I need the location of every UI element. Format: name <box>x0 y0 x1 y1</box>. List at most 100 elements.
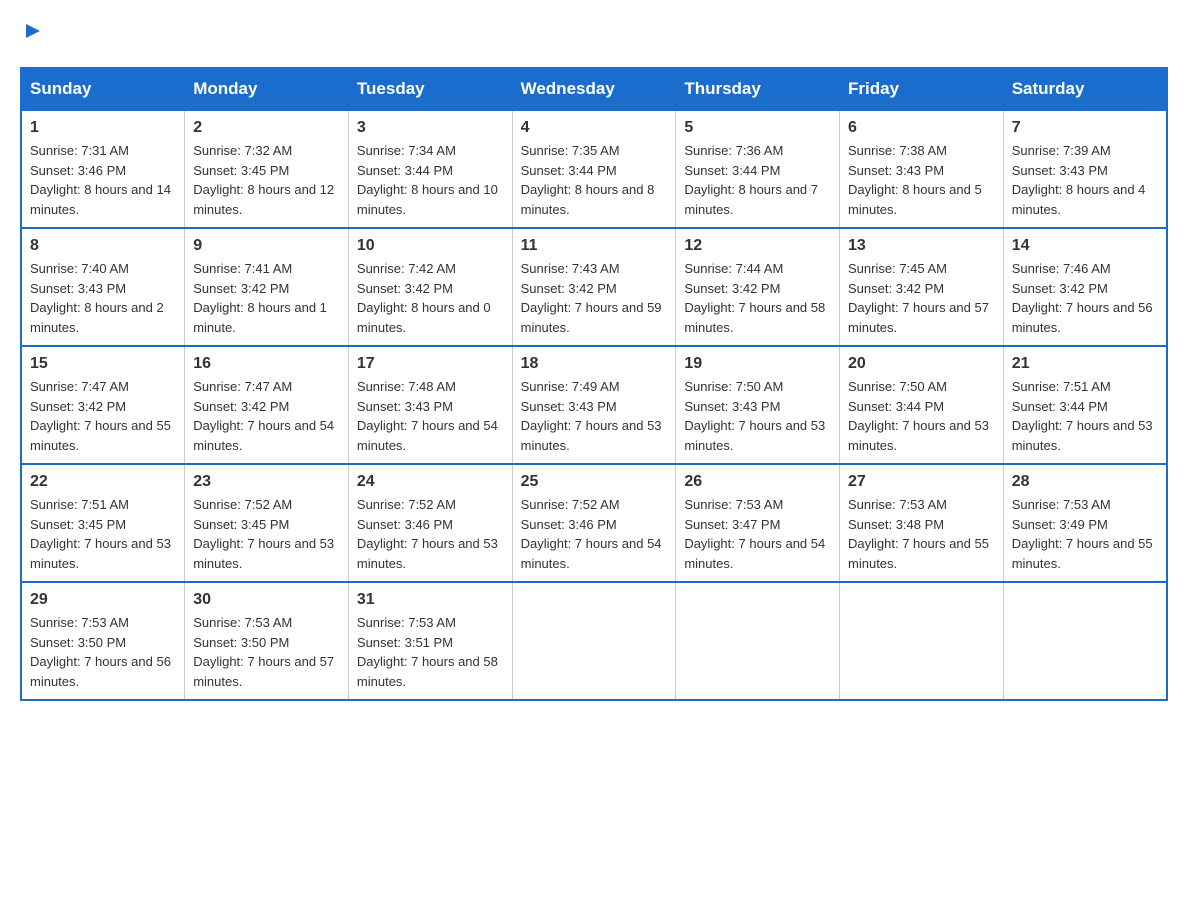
day-number: 10 <box>357 237 504 255</box>
day-number: 23 <box>193 473 340 491</box>
day-number: 27 <box>848 473 995 491</box>
calendar-cell: 4 Sunrise: 7:35 AM Sunset: 3:44 PM Dayli… <box>512 110 676 228</box>
day-info: Sunrise: 7:50 AM Sunset: 3:44 PM Dayligh… <box>848 377 995 455</box>
week-row-3: 15 Sunrise: 7:47 AM Sunset: 3:42 PM Dayl… <box>21 346 1167 464</box>
calendar-cell <box>1003 582 1167 700</box>
calendar-cell: 8 Sunrise: 7:40 AM Sunset: 3:43 PM Dayli… <box>21 228 185 346</box>
calendar-cell: 7 Sunrise: 7:39 AM Sunset: 3:43 PM Dayli… <box>1003 110 1167 228</box>
weekday-header-tuesday: Tuesday <box>348 68 512 110</box>
day-info: Sunrise: 7:52 AM Sunset: 3:45 PM Dayligh… <box>193 495 340 573</box>
day-number: 26 <box>684 473 831 491</box>
day-number: 9 <box>193 237 340 255</box>
day-info: Sunrise: 7:53 AM Sunset: 3:50 PM Dayligh… <box>30 613 176 691</box>
day-info: Sunrise: 7:48 AM Sunset: 3:43 PM Dayligh… <box>357 377 504 455</box>
day-info: Sunrise: 7:53 AM Sunset: 3:49 PM Dayligh… <box>1012 495 1158 573</box>
day-info: Sunrise: 7:44 AM Sunset: 3:42 PM Dayligh… <box>684 259 831 337</box>
day-number: 2 <box>193 119 340 137</box>
day-info: Sunrise: 7:36 AM Sunset: 3:44 PM Dayligh… <box>684 141 831 219</box>
logo <box>20 20 44 47</box>
day-number: 8 <box>30 237 176 255</box>
day-info: Sunrise: 7:31 AM Sunset: 3:46 PM Dayligh… <box>30 141 176 219</box>
day-number: 16 <box>193 355 340 373</box>
day-info: Sunrise: 7:38 AM Sunset: 3:43 PM Dayligh… <box>848 141 995 219</box>
day-info: Sunrise: 7:47 AM Sunset: 3:42 PM Dayligh… <box>193 377 340 455</box>
day-info: Sunrise: 7:51 AM Sunset: 3:44 PM Dayligh… <box>1012 377 1158 455</box>
day-number: 1 <box>30 119 176 137</box>
calendar-cell: 22 Sunrise: 7:51 AM Sunset: 3:45 PM Dayl… <box>21 464 185 582</box>
weekday-header-sunday: Sunday <box>21 68 185 110</box>
week-row-1: 1 Sunrise: 7:31 AM Sunset: 3:46 PM Dayli… <box>21 110 1167 228</box>
calendar-cell: 6 Sunrise: 7:38 AM Sunset: 3:43 PM Dayli… <box>840 110 1004 228</box>
calendar-cell: 16 Sunrise: 7:47 AM Sunset: 3:42 PM Dayl… <box>185 346 349 464</box>
calendar-cell: 27 Sunrise: 7:53 AM Sunset: 3:48 PM Dayl… <box>840 464 1004 582</box>
day-info: Sunrise: 7:47 AM Sunset: 3:42 PM Dayligh… <box>30 377 176 455</box>
week-row-4: 22 Sunrise: 7:51 AM Sunset: 3:45 PM Dayl… <box>21 464 1167 582</box>
weekday-header-thursday: Thursday <box>676 68 840 110</box>
weekday-header-row: SundayMondayTuesdayWednesdayThursdayFrid… <box>21 68 1167 110</box>
week-row-2: 8 Sunrise: 7:40 AM Sunset: 3:43 PM Dayli… <box>21 228 1167 346</box>
day-number: 3 <box>357 119 504 137</box>
day-number: 17 <box>357 355 504 373</box>
day-number: 28 <box>1012 473 1158 491</box>
calendar-cell: 23 Sunrise: 7:52 AM Sunset: 3:45 PM Dayl… <box>185 464 349 582</box>
weekday-header-monday: Monday <box>185 68 349 110</box>
calendar-cell <box>676 582 840 700</box>
day-info: Sunrise: 7:53 AM Sunset: 3:51 PM Dayligh… <box>357 613 504 691</box>
calendar-cell: 13 Sunrise: 7:45 AM Sunset: 3:42 PM Dayl… <box>840 228 1004 346</box>
calendar-cell: 3 Sunrise: 7:34 AM Sunset: 3:44 PM Dayli… <box>348 110 512 228</box>
calendar-table: SundayMondayTuesdayWednesdayThursdayFrid… <box>20 67 1168 701</box>
day-info: Sunrise: 7:42 AM Sunset: 3:42 PM Dayligh… <box>357 259 504 337</box>
day-info: Sunrise: 7:52 AM Sunset: 3:46 PM Dayligh… <box>521 495 668 573</box>
day-info: Sunrise: 7:35 AM Sunset: 3:44 PM Dayligh… <box>521 141 668 219</box>
calendar-cell <box>512 582 676 700</box>
day-info: Sunrise: 7:51 AM Sunset: 3:45 PM Dayligh… <box>30 495 176 573</box>
day-number: 21 <box>1012 355 1158 373</box>
weekday-header-friday: Friday <box>840 68 1004 110</box>
calendar-cell: 12 Sunrise: 7:44 AM Sunset: 3:42 PM Dayl… <box>676 228 840 346</box>
day-number: 14 <box>1012 237 1158 255</box>
calendar-cell: 17 Sunrise: 7:48 AM Sunset: 3:43 PM Dayl… <box>348 346 512 464</box>
calendar-cell <box>840 582 1004 700</box>
calendar-cell: 30 Sunrise: 7:53 AM Sunset: 3:50 PM Dayl… <box>185 582 349 700</box>
day-number: 31 <box>357 591 504 609</box>
day-number: 7 <box>1012 119 1158 137</box>
day-number: 18 <box>521 355 668 373</box>
calendar-cell: 9 Sunrise: 7:41 AM Sunset: 3:42 PM Dayli… <box>185 228 349 346</box>
day-info: Sunrise: 7:53 AM Sunset: 3:47 PM Dayligh… <box>684 495 831 573</box>
day-number: 5 <box>684 119 831 137</box>
day-number: 4 <box>521 119 668 137</box>
logo-arrow-icon <box>22 20 44 47</box>
calendar-cell: 29 Sunrise: 7:53 AM Sunset: 3:50 PM Dayl… <box>21 582 185 700</box>
weekday-header-wednesday: Wednesday <box>512 68 676 110</box>
calendar-cell: 14 Sunrise: 7:46 AM Sunset: 3:42 PM Dayl… <box>1003 228 1167 346</box>
day-number: 29 <box>30 591 176 609</box>
day-info: Sunrise: 7:45 AM Sunset: 3:42 PM Dayligh… <box>848 259 995 337</box>
day-info: Sunrise: 7:53 AM Sunset: 3:48 PM Dayligh… <box>848 495 995 573</box>
day-info: Sunrise: 7:41 AM Sunset: 3:42 PM Dayligh… <box>193 259 340 337</box>
day-info: Sunrise: 7:49 AM Sunset: 3:43 PM Dayligh… <box>521 377 668 455</box>
weekday-header-saturday: Saturday <box>1003 68 1167 110</box>
day-info: Sunrise: 7:32 AM Sunset: 3:45 PM Dayligh… <box>193 141 340 219</box>
day-number: 19 <box>684 355 831 373</box>
day-info: Sunrise: 7:50 AM Sunset: 3:43 PM Dayligh… <box>684 377 831 455</box>
day-number: 20 <box>848 355 995 373</box>
calendar-cell: 20 Sunrise: 7:50 AM Sunset: 3:44 PM Dayl… <box>840 346 1004 464</box>
calendar-cell: 15 Sunrise: 7:47 AM Sunset: 3:42 PM Dayl… <box>21 346 185 464</box>
calendar-cell: 5 Sunrise: 7:36 AM Sunset: 3:44 PM Dayli… <box>676 110 840 228</box>
calendar-cell: 18 Sunrise: 7:49 AM Sunset: 3:43 PM Dayl… <box>512 346 676 464</box>
calendar-cell: 11 Sunrise: 7:43 AM Sunset: 3:42 PM Dayl… <box>512 228 676 346</box>
day-info: Sunrise: 7:52 AM Sunset: 3:46 PM Dayligh… <box>357 495 504 573</box>
day-number: 13 <box>848 237 995 255</box>
calendar-cell: 1 Sunrise: 7:31 AM Sunset: 3:46 PM Dayli… <box>21 110 185 228</box>
day-info: Sunrise: 7:39 AM Sunset: 3:43 PM Dayligh… <box>1012 141 1158 219</box>
day-info: Sunrise: 7:43 AM Sunset: 3:42 PM Dayligh… <box>521 259 668 337</box>
week-row-5: 29 Sunrise: 7:53 AM Sunset: 3:50 PM Dayl… <box>21 582 1167 700</box>
day-number: 24 <box>357 473 504 491</box>
day-info: Sunrise: 7:53 AM Sunset: 3:50 PM Dayligh… <box>193 613 340 691</box>
day-info: Sunrise: 7:40 AM Sunset: 3:43 PM Dayligh… <box>30 259 176 337</box>
calendar-cell: 28 Sunrise: 7:53 AM Sunset: 3:49 PM Dayl… <box>1003 464 1167 582</box>
calendar-cell: 21 Sunrise: 7:51 AM Sunset: 3:44 PM Dayl… <box>1003 346 1167 464</box>
calendar-cell: 2 Sunrise: 7:32 AM Sunset: 3:45 PM Dayli… <box>185 110 349 228</box>
day-number: 11 <box>521 237 668 255</box>
day-number: 22 <box>30 473 176 491</box>
